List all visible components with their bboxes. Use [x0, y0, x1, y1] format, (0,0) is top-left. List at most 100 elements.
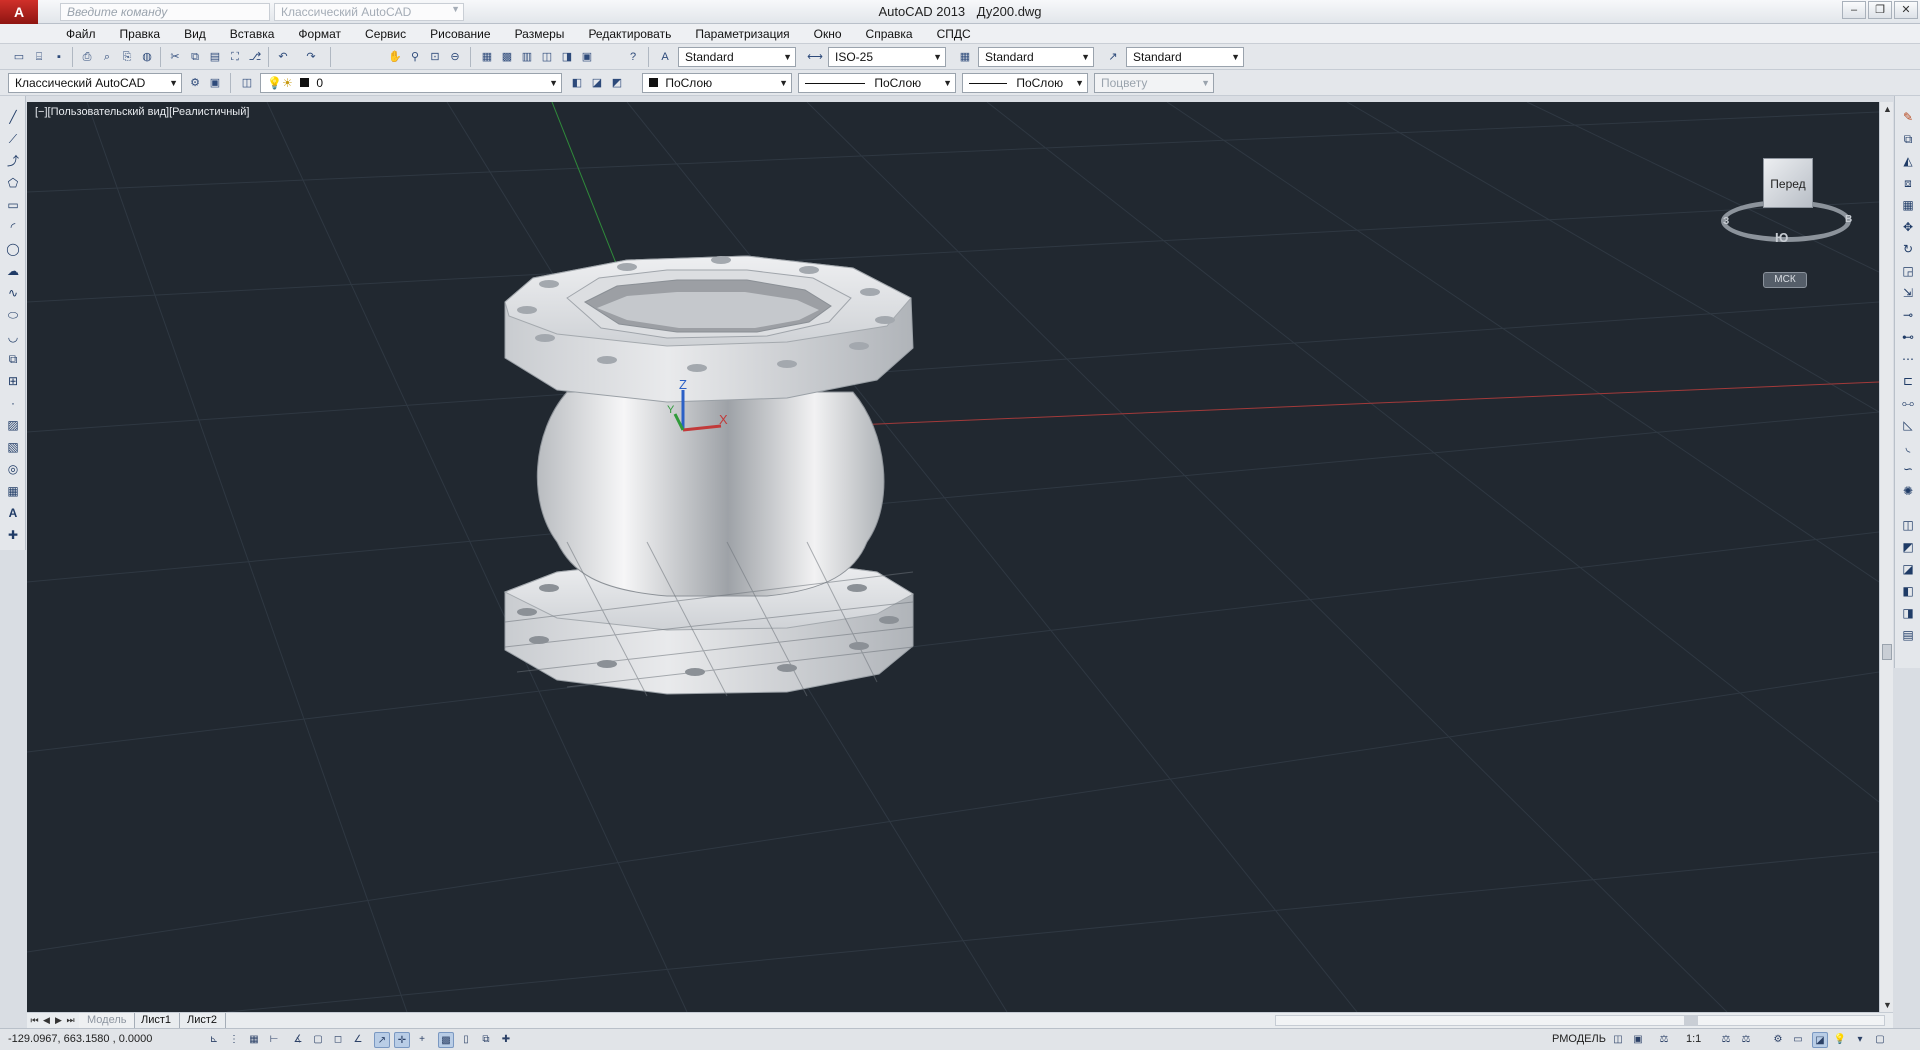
next-tab-icon[interactable]: ▶ [53, 1014, 64, 1027]
layer-manager-icon[interactable]: ◫ [238, 74, 256, 92]
text-style-select[interactable]: Standard ▼ [678, 47, 796, 67]
fillet-icon[interactable]: ◟ [1899, 438, 1917, 456]
zoom-window-icon[interactable]: ⊡ [426, 48, 444, 66]
first-tab-icon[interactable]: ⏮ [29, 1014, 40, 1027]
menu-spds[interactable]: СПДС [925, 24, 983, 44]
quick-view-drawings-icon[interactable]: ▣ [1630, 1032, 1646, 1048]
3d-osnap-icon[interactable]: ◻ [330, 1032, 346, 1048]
block-editor-icon[interactable]: ⎇ [246, 48, 264, 66]
zoom-realtime-icon[interactable]: ⚲ [406, 48, 424, 66]
explode-icon[interactable]: ✺ [1899, 482, 1917, 500]
restore-button[interactable]: ❐ [1868, 1, 1892, 19]
copy-icon[interactable]: ⧉ [186, 48, 204, 66]
osnap-icon[interactable]: ▢ [310, 1032, 326, 1048]
tab-layout1[interactable]: Лист1 [133, 1013, 181, 1029]
status-bar-menu-icon[interactable]: ▾ [1852, 1032, 1868, 1048]
layer-select[interactable]: 💡☀ 0 ▼ [260, 73, 562, 93]
menu-file[interactable]: Файл [54, 24, 108, 44]
viewport-controls-label[interactable]: [−][Пользовательский вид][Реалистичный] [35, 106, 249, 118]
annotation-scale-icon[interactable]: ⚖ [1656, 1032, 1672, 1048]
mirror-icon[interactable]: ◭ [1899, 152, 1917, 170]
menu-edit[interactable]: Правка [108, 24, 173, 44]
vertical-scroll-thumb[interactable] [1882, 644, 1892, 660]
help-icon[interactable]: ? [624, 48, 642, 66]
selection-cycling-icon[interactable]: ⧉ [478, 1032, 494, 1048]
extend-icon[interactable]: ⊷ [1899, 328, 1917, 346]
add-selected-icon[interactable]: ✚ [4, 526, 22, 544]
toolbar-lock-icon[interactable]: ▭ [1790, 1032, 1806, 1048]
rectangle-icon[interactable]: ▭ [4, 196, 22, 214]
scale-icon[interactable]: ◲ [1899, 262, 1917, 280]
multiline-text-icon[interactable]: A [4, 504, 22, 522]
move-icon[interactable]: ✥ [1899, 218, 1917, 236]
text-front-icon[interactable]: ▤ [1899, 626, 1917, 644]
clean-screen-icon[interactable]: ▢ [1872, 1032, 1888, 1048]
close-button[interactable]: ✕ [1894, 1, 1918, 19]
quick-properties-icon[interactable]: ▯ [458, 1032, 474, 1048]
ellipse-arc-icon[interactable]: ◡ [4, 328, 22, 346]
color-select[interactable]: ПоСлою ▼ [642, 73, 792, 93]
dim-style-icon[interactable]: ⟷ [806, 48, 824, 66]
blend-curves-icon[interactable]: ∽ [1899, 460, 1917, 478]
annotation-monitor-icon[interactable]: ✚ [498, 1032, 514, 1048]
tab-layout2[interactable]: Лист2 [179, 1013, 227, 1029]
menu-draw[interactable]: Рисование [418, 24, 502, 44]
workspace-switching-icon[interactable]: ⚙ [1770, 1032, 1786, 1048]
copy-object-icon[interactable]: ⧉ [1899, 130, 1917, 148]
revision-cloud-icon[interactable]: ☁ [4, 262, 22, 280]
construction-line-icon[interactable]: ⟋ [4, 130, 22, 148]
new-file-icon[interactable]: ▭ [10, 48, 28, 66]
isolate-objects-icon[interactable]: 💡 [1832, 1032, 1848, 1048]
calculator-icon[interactable]: ▣ [578, 48, 596, 66]
redo-icon[interactable]: ↷ [302, 48, 320, 66]
model-space-toggle[interactable]: РМОДЕЛЬ [1552, 1033, 1606, 1045]
3d-dwf-icon[interactable]: ◍ [138, 48, 156, 66]
stretch-icon[interactable]: ⇲ [1899, 284, 1917, 302]
horizontal-scroll-thumb[interactable] [1684, 1016, 1698, 1025]
bring-above-icon[interactable]: ◧ [1899, 582, 1917, 600]
point-icon[interactable]: · [4, 394, 22, 412]
vertical-scrollbar[interactable]: ▲ ▼ [1879, 102, 1893, 1012]
table-icon[interactable]: ▦ [4, 482, 22, 500]
insert-block-icon[interactable]: ⧉ [4, 350, 22, 368]
region-icon[interactable]: ◎ [4, 460, 22, 478]
save-icon[interactable]: ▪ [50, 48, 68, 66]
mleader-style-select[interactable]: Standard ▼ [1126, 47, 1244, 67]
dynamic-input-icon[interactable]: ✛ [394, 1032, 410, 1048]
annotation-visibility-icon[interactable]: ⚖ [1718, 1032, 1734, 1048]
break-icon[interactable]: ⊏ [1899, 372, 1917, 390]
gradient-icon[interactable]: ▧ [4, 438, 22, 456]
scroll-down-icon[interactable]: ▼ [1883, 1000, 1892, 1010]
ortho-mode-icon[interactable]: ⊢ [266, 1032, 282, 1048]
infer-constraints-icon[interactable]: ⊾ [206, 1032, 222, 1048]
minimize-button[interactable]: – [1842, 1, 1866, 19]
design-center-icon[interactable]: ▩ [498, 48, 516, 66]
print-preview-icon[interactable]: ⌕ [98, 48, 116, 66]
sheet-set-icon[interactable]: ◫ [538, 48, 556, 66]
workspace-settings-icon[interactable]: ⚙ [186, 74, 204, 92]
auto-scale-icon[interactable]: ⚖ [1738, 1032, 1754, 1048]
dim-style-select[interactable]: ISO-25 ▼ [828, 47, 946, 67]
zoom-previous-icon[interactable]: ⊖ [446, 48, 464, 66]
viewcube-front-face[interactable]: Перед [1763, 158, 1813, 208]
tool-palettes-icon[interactable]: ▥ [518, 48, 536, 66]
hardware-acceleration-icon[interactable]: ◪ [1812, 1032, 1828, 1048]
dynamic-ucs-icon[interactable]: ↗ [374, 1032, 390, 1048]
cut-icon[interactable]: ✂ [166, 48, 184, 66]
menu-dimension[interactable]: Размеры [503, 24, 577, 44]
ucs-menu-button[interactable]: МСК [1763, 272, 1807, 288]
draw-order-icon[interactable]: ◫ [1899, 516, 1917, 534]
hatch-icon[interactable]: ▨ [4, 416, 22, 434]
last-tab-icon[interactable]: ⏭ [65, 1014, 76, 1027]
spline-icon[interactable]: ∿ [4, 284, 22, 302]
compass-west-label[interactable]: З [1723, 216, 1729, 227]
menu-help[interactable]: Справка [854, 24, 925, 44]
send-under-icon[interactable]: ◨ [1899, 604, 1917, 622]
trim-icon[interactable]: ⊸ [1899, 306, 1917, 324]
viewcube[interactable]: Перед Ю З В [1719, 150, 1859, 260]
menu-modify[interactable]: Редактировать [576, 24, 683, 44]
paste-icon[interactable]: ▤ [206, 48, 224, 66]
grid-display-icon[interactable]: ▦ [246, 1032, 262, 1048]
markup-icon[interactable]: ◨ [558, 48, 576, 66]
layer-states-icon[interactable]: ◩ [608, 74, 626, 92]
